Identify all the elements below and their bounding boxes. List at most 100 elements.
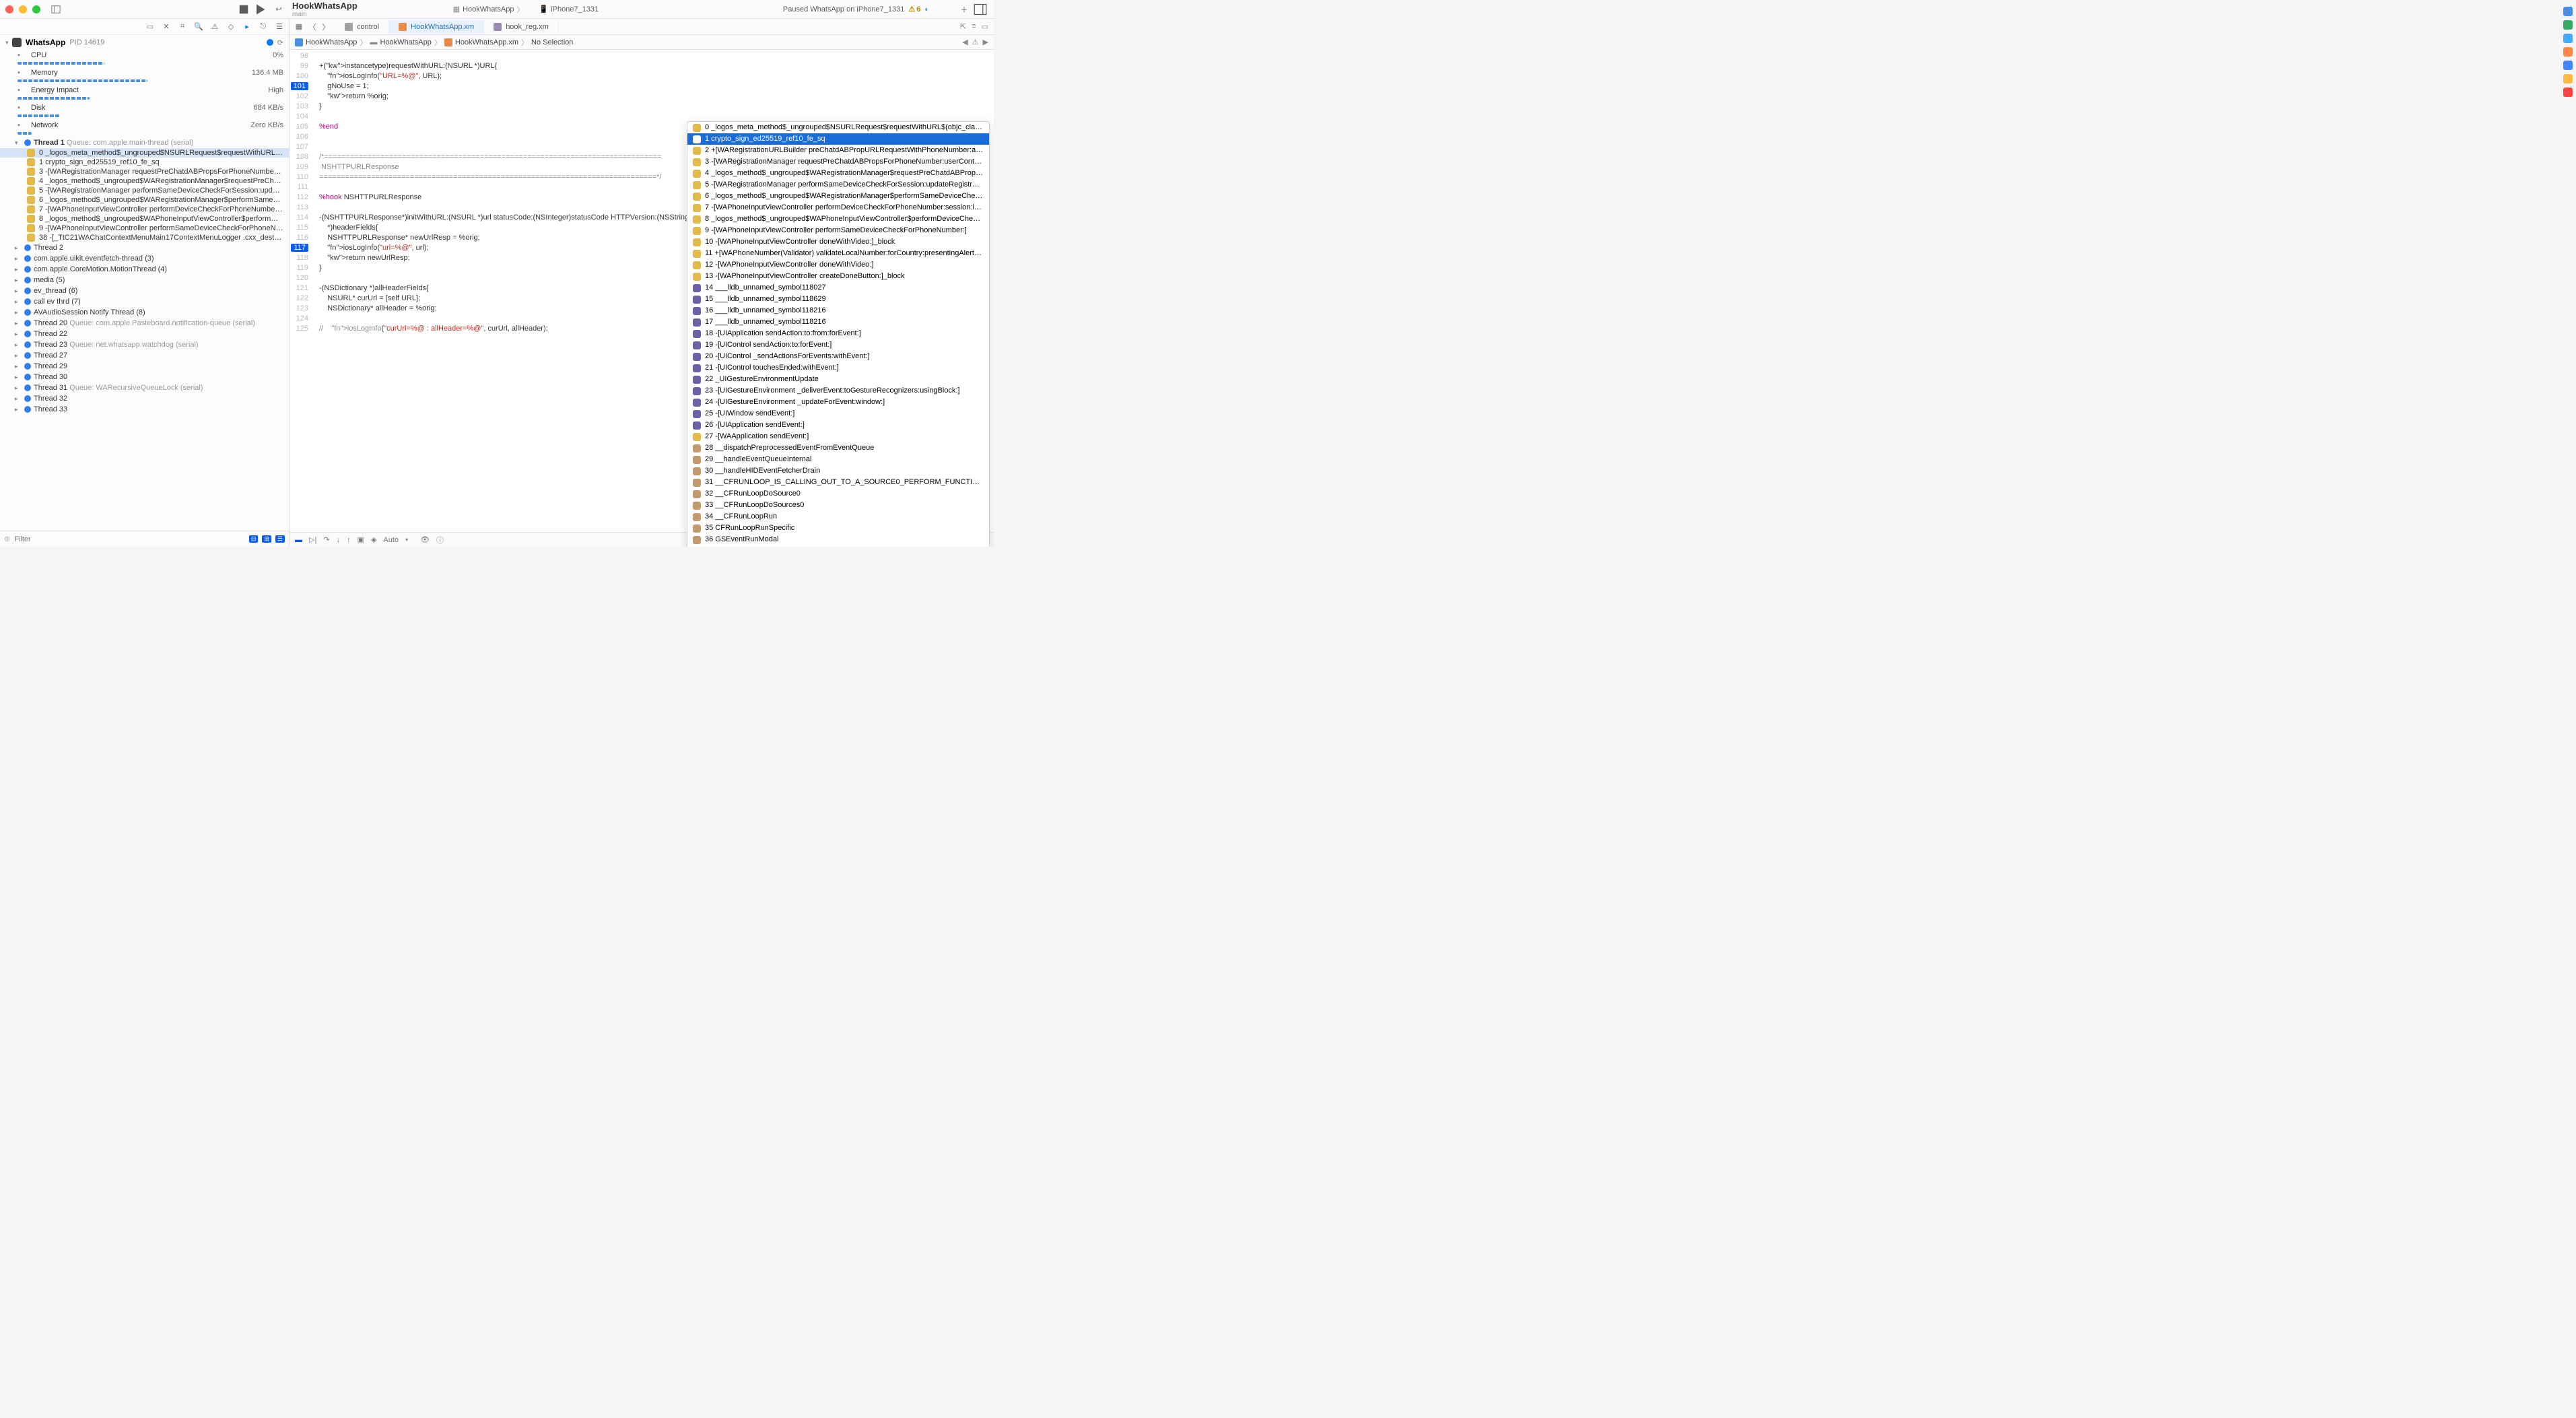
filter-opt-3-icon[interactable]: ☰ [275,535,285,543]
jumpbar-seg-2[interactable]: HookWhatsApp.xm [455,38,518,46]
jumpbar-seg-3[interactable]: No Selection [531,38,573,46]
popup-frame-row[interactable]: 14 ___lldb_unnamed_symbol118027 [687,282,989,294]
popup-frame-row[interactable]: 22 _UIGestureEnvironmentUpdate [687,374,989,385]
popup-frame-row[interactable]: 9 -[WAPhoneInputViewController performSa… [687,225,989,236]
popup-frame-row[interactable]: 2 +[WARegistrationURLBuilder preChatdABP… [687,145,989,156]
device-selector[interactable]: 📱 iPhone7_1331 [533,3,606,15]
debug-view-icon[interactable]: ▣ [358,535,364,544]
thread-row[interactable]: ▸ Thread 2 [0,242,289,253]
auto-label[interactable]: Auto [383,536,399,544]
popup-frame-row[interactable]: 1 crypto_sign_ed25519_ref10_fe_sq [687,133,989,145]
popup-frame-row[interactable]: 31 __CFRUNLOOP_IS_CALLING_OUT_TO_A_SOURC… [687,477,989,488]
report-nav-icon[interactable]: ☰ [274,22,285,32]
issue-nav-icon[interactable]: ⚠ [209,22,220,32]
popup-frame-row[interactable]: 0 _logos_meta_method$_ungrouped$NSURLReq… [687,122,989,133]
thread-row[interactable]: ▸ com.apple.CoreMotion.MotionThread (4) [0,264,289,275]
debug-toggle-icon[interactable]: ▬ [295,536,302,544]
app-icon[interactable] [2563,47,2573,57]
popup-frame-row[interactable]: 18 -[UIApplication sendAction:to:from:fo… [687,328,989,339]
popup-frame-row[interactable]: 6 _logos_method$_ungrouped$WARegistratio… [687,191,989,202]
xcode-icon[interactable] [2563,61,2573,70]
gauge-row[interactable]: ▪ CPU 0% [0,50,289,61]
popup-frame-row[interactable]: 4 _logos_method$_ungrouped$WARegistratio… [687,168,989,179]
source-editor[interactable]: 9899100101102103104105106107108109110111… [290,50,994,532]
info-icon[interactable]: ⓘ [436,535,444,545]
popup-frame-row[interactable]: 35 CFRunLoopRunSpecific [687,522,989,534]
popup-frame-row[interactable]: 23 -[UIGestureEnvironment _deliverEvent:… [687,385,989,397]
popup-frame-row[interactable]: 20 -[UIControl _sendActionsForEvents:wit… [687,351,989,362]
run-button[interactable] [253,3,267,16]
line-gutter[interactable]: 9899100101102103104105106107108109110111… [290,50,312,532]
gauge-row[interactable]: ▪ Disk 684 KB/s [0,102,289,113]
auto-chevron-icon[interactable]: ▾ [405,537,408,543]
add-button[interactable]: ＋ [957,3,971,16]
popup-frame-row[interactable]: 15 ___lldb_unnamed_symbol118629 [687,294,989,305]
filter-input[interactable] [14,535,245,543]
popup-frame-row[interactable]: 36 GSEventRunModal [687,534,989,545]
chevron-right-icon[interactable]: ▸ [15,266,22,273]
thread-row[interactable]: ▸ Thread 23 Queue: net.whatsapp.watchdog… [0,339,289,350]
chevron-right-icon[interactable]: ▸ [15,288,22,295]
thread-row[interactable]: ▾ Thread 1 Queue: com.apple.main-thread … [0,137,289,148]
thread-row[interactable]: ▸ Thread 30 [0,372,289,382]
popup-frame-row[interactable]: 5 -[WARegistrationManager performSameDev… [687,179,989,191]
popup-frame-row[interactable]: 21 -[UIControl touchesEnded:withEvent:] [687,362,989,374]
app-icon[interactable] [2563,74,2573,83]
stop-button[interactable] [237,3,250,16]
visibility-icon[interactable]: 👁 [420,535,430,544]
stack-frame-row[interactable]: 6 _logos_method$_ungrouped$WARegistratio… [0,195,289,205]
popup-frame-row[interactable]: 32 __CFRunLoopDoSource0 [687,488,989,500]
popup-frame-row[interactable]: 30 __handleHIDEventFetcherDrain [687,465,989,477]
chevron-right-icon[interactable]: ▸ [15,320,22,327]
refresh-icon[interactable]: ⟳ [277,38,283,47]
stack-frame-row[interactable]: 7 -[WAPhoneInputViewController performDe… [0,205,289,214]
back-button[interactable]: ↩ [272,3,285,16]
minimize-button[interactable] [19,5,27,13]
warning-badge[interactable]: ⚠ 6 [908,5,920,13]
stack-frame-row[interactable]: 3 -[WARegistrationManager requestPreChat… [0,167,289,176]
debug-nav-icon[interactable]: ▸ [242,22,252,32]
chevron-right-icon[interactable]: ▸ [15,384,22,392]
safari-icon[interactable] [2563,34,2573,43]
popup-frame-row[interactable]: 34 __CFRunLoopRun [687,511,989,522]
step-in-icon[interactable]: ↓ [337,536,341,544]
chevron-right-icon[interactable]: ▸ [15,341,22,349]
stack-frame-row[interactable]: 0 _logos_meta_method$_ungrouped$NSURLReq… [0,148,289,158]
maximize-button[interactable] [32,5,40,13]
close-button[interactable] [5,5,13,13]
find-nav-icon[interactable]: 🔍 [193,22,204,32]
popup-frame-row[interactable]: 25 -[UIWindow sendEvent:] [687,408,989,419]
app-icon[interactable] [2563,20,2573,30]
popup-frame-row[interactable]: 12 -[WAPhoneInputViewController doneWith… [687,259,989,271]
step-over-icon[interactable]: ↷ [323,535,329,544]
stack-frame-row[interactable]: 4 _logos_method$_ungrouped$WARegistratio… [0,176,289,186]
finder-icon[interactable] [2563,7,2573,16]
chevron-right-icon[interactable]: ▸ [15,406,22,413]
tab-action-3-icon[interactable]: ▭ [982,22,988,31]
chevron-right-icon[interactable]: ▸ [15,244,22,252]
step-out-icon[interactable]: ↑ [347,536,351,544]
thread-row[interactable]: ▸ Thread 29 [0,361,289,372]
stack-frame-row[interactable]: 9 -[WAPhoneInputViewController performSa… [0,224,289,233]
prev-issue-icon[interactable]: ◀ [962,38,968,46]
stack-frame-row[interactable]: 8 _logos_method$_ungrouped$WAPhoneInputV… [0,214,289,224]
popup-frame-row[interactable]: 37 UIApplicationMain [687,545,989,547]
thread-row[interactable]: ▸ AVAudioSession Notify Thread (8) [0,307,289,318]
continue-icon[interactable]: ▷| [309,535,316,544]
popup-frame-row[interactable]: 10 -[WAPhoneInputViewController doneWith… [687,236,989,248]
chevron-down-icon[interactable]: ▾ [15,139,22,147]
filter-opt-2-icon[interactable]: ⊞ [262,535,271,543]
popup-frame-row[interactable]: 27 -[WAApplication sendEvent:] [687,431,989,442]
test-nav-icon[interactable]: ◇ [226,22,236,32]
popup-frame-row[interactable]: 19 -[UIControl sendAction:to:forEvent:] [687,339,989,351]
thread-row[interactable]: ▸ com.apple.uikit.eventfetch-thread (3) [0,253,289,264]
thread-row[interactable]: ▸ Thread 27 [0,350,289,361]
chevron-right-icon[interactable]: ▸ [15,255,22,263]
process-header[interactable]: ▾ WhatsApp PID 14619 ⟳ [0,35,289,50]
library-button[interactable] [974,3,987,16]
next-issue-icon[interactable]: ▶ [983,38,988,46]
thread-row[interactable]: ▸ call ev thrd (7) [0,296,289,307]
stack-frame-row[interactable]: 38 -[_TtC21WAChatContextMenuMain17Contex… [0,233,289,242]
chevron-down-icon[interactable]: ▾ [5,39,12,46]
chevron-right-icon[interactable]: ▸ [15,331,22,338]
